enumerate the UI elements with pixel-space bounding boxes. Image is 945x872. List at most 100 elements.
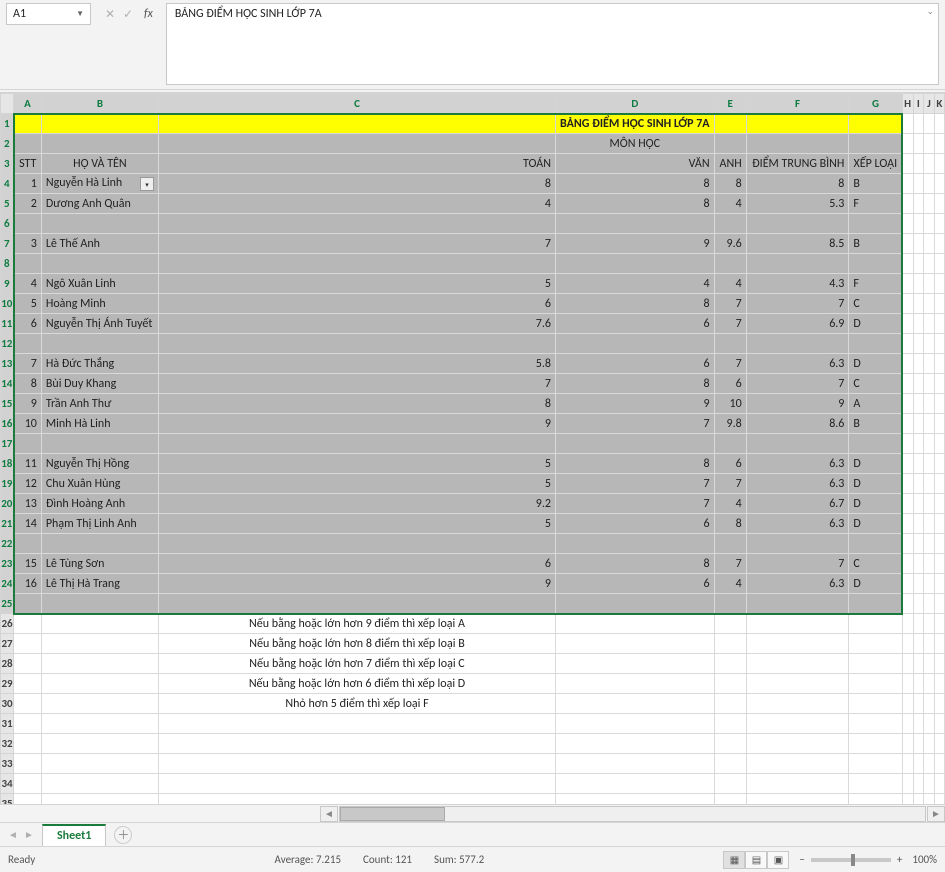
cell-H20[interactable] [902, 494, 913, 514]
cell-xl-18[interactable]: D [849, 454, 902, 474]
cell-K20[interactable] [934, 494, 944, 514]
cell-J24[interactable] [924, 574, 935, 594]
cell-J16[interactable] [924, 414, 935, 434]
cell-B28[interactable] [41, 654, 158, 674]
row-header-33[interactable]: 33 [1, 754, 14, 774]
cell-F25[interactable] [746, 594, 849, 614]
cell-E12[interactable] [714, 334, 746, 354]
row-header-23[interactable]: 23 [1, 554, 14, 574]
header-van[interactable]: VĂN [556, 154, 715, 174]
header-dtb[interactable]: ĐIỂM TRUNG BÌNH [746, 154, 849, 174]
col-header-G[interactable]: G [849, 94, 902, 114]
cell-K18[interactable] [934, 454, 944, 474]
cell-A17[interactable] [14, 434, 42, 454]
cell-H11[interactable] [902, 314, 913, 334]
cell-xl-16[interactable]: B [849, 414, 902, 434]
cell-J10[interactable] [924, 294, 935, 314]
note-row-29[interactable]: Nếu bằng hoặc lớn hơn 6 điểm thì xếp loạ… [159, 674, 556, 694]
row-header-13[interactable]: 13 [1, 354, 14, 374]
cell-K14[interactable] [934, 374, 944, 394]
cell-dtb-23[interactable]: 7 [746, 554, 849, 574]
cell-E34[interactable] [714, 774, 746, 794]
cell-K8[interactable] [934, 254, 944, 274]
cell-H34[interactable] [902, 774, 913, 794]
cell-stt-18[interactable]: 11 [14, 454, 42, 474]
cell-K15[interactable] [934, 394, 944, 414]
cell-anh-14[interactable]: 6 [714, 374, 746, 394]
cell-H4[interactable] [902, 174, 913, 194]
cell-J27[interactable] [924, 634, 935, 654]
cell-toan-15[interactable]: 8 [159, 394, 556, 414]
cell-name-15[interactable]: Trần Anh Thư [41, 394, 158, 414]
cell-dtb-9[interactable]: 4.3 [746, 274, 849, 294]
cell-anh-16[interactable]: 9.8 [714, 414, 746, 434]
cell-D31[interactable] [556, 714, 715, 734]
cell-I3[interactable] [913, 154, 924, 174]
tab-first-icon[interactable]: ◄ [6, 828, 20, 841]
cell-name-10[interactable]: Hoàng Minh [41, 294, 158, 314]
cell-F33[interactable] [746, 754, 849, 774]
cell-A26[interactable] [14, 614, 42, 634]
cell-anh-20[interactable]: 4 [714, 494, 746, 514]
cell-K26[interactable] [934, 614, 944, 634]
cell-I19[interactable] [913, 474, 924, 494]
cell-G26[interactable] [849, 614, 902, 634]
cell-J25[interactable] [924, 594, 935, 614]
enter-formula-icon[interactable]: ✓ [120, 7, 136, 22]
cell-anh-24[interactable]: 4 [714, 574, 746, 594]
cell-H29[interactable] [902, 674, 913, 694]
cell-stt-13[interactable]: 7 [14, 354, 42, 374]
cell-K3[interactable] [934, 154, 944, 174]
cell-stt-14[interactable]: 8 [14, 374, 42, 394]
cell-G34[interactable] [849, 774, 902, 794]
cell-I2[interactable] [913, 134, 924, 154]
cell-F31[interactable] [746, 714, 849, 734]
cell-H31[interactable] [902, 714, 913, 734]
cell-G28[interactable] [849, 654, 902, 674]
cell-H13[interactable] [902, 354, 913, 374]
cell-toan-16[interactable]: 9 [159, 414, 556, 434]
cell-F30[interactable] [746, 694, 849, 714]
cell-K28[interactable] [934, 654, 944, 674]
cell-F8[interactable] [746, 254, 849, 274]
cell-K13[interactable] [934, 354, 944, 374]
cell-A31[interactable] [14, 714, 42, 734]
cell-J18[interactable] [924, 454, 935, 474]
cell-A2[interactable] [14, 134, 42, 154]
zoom-thumb[interactable] [851, 854, 855, 866]
cell-H14[interactable] [902, 374, 913, 394]
cell-D26[interactable] [556, 614, 715, 634]
cell-name-20[interactable]: Đình Hoàng Anh [41, 494, 158, 514]
cell-I10[interactable] [913, 294, 924, 314]
row-header-1[interactable]: 1 [1, 114, 14, 134]
cell-A1[interactable] [14, 114, 42, 134]
cell-B6[interactable] [41, 214, 158, 234]
row-header-26[interactable]: 26 [1, 614, 14, 634]
cell-I26[interactable] [913, 614, 924, 634]
cell-toan-13[interactable]: 5.8 [159, 354, 556, 374]
cell-xl-4[interactable]: B [849, 174, 902, 194]
row-header-11[interactable]: 11 [1, 314, 14, 334]
row-header-7[interactable]: 7 [1, 234, 14, 254]
cell-J23[interactable] [924, 554, 935, 574]
cell-van-24[interactable]: 6 [556, 574, 715, 594]
cell-xl-10[interactable]: C [849, 294, 902, 314]
cell-D33[interactable] [556, 754, 715, 774]
cell-toan-24[interactable]: 9 [159, 574, 556, 594]
cell-I9[interactable] [913, 274, 924, 294]
cell-J3[interactable] [924, 154, 935, 174]
cell-I11[interactable] [913, 314, 924, 334]
chevron-down-icon[interactable]: ▼ [76, 9, 84, 19]
cell-name-5[interactable]: Dương Anh Quân [41, 194, 158, 214]
cell-E29[interactable] [714, 674, 746, 694]
cell-J6[interactable] [924, 214, 935, 234]
cell-K21[interactable] [934, 514, 944, 534]
row-header-8[interactable]: 8 [1, 254, 14, 274]
cell-I12[interactable] [913, 334, 924, 354]
cell-xl-11[interactable]: D [849, 314, 902, 334]
cell-E22[interactable] [714, 534, 746, 554]
cell-K19[interactable] [934, 474, 944, 494]
cell-G6[interactable] [849, 214, 902, 234]
formula-input[interactable]: BẢNG ĐIỂM HỌC SINH LỚP 7A ⌄ [166, 3, 939, 85]
cell-J11[interactable] [924, 314, 935, 334]
